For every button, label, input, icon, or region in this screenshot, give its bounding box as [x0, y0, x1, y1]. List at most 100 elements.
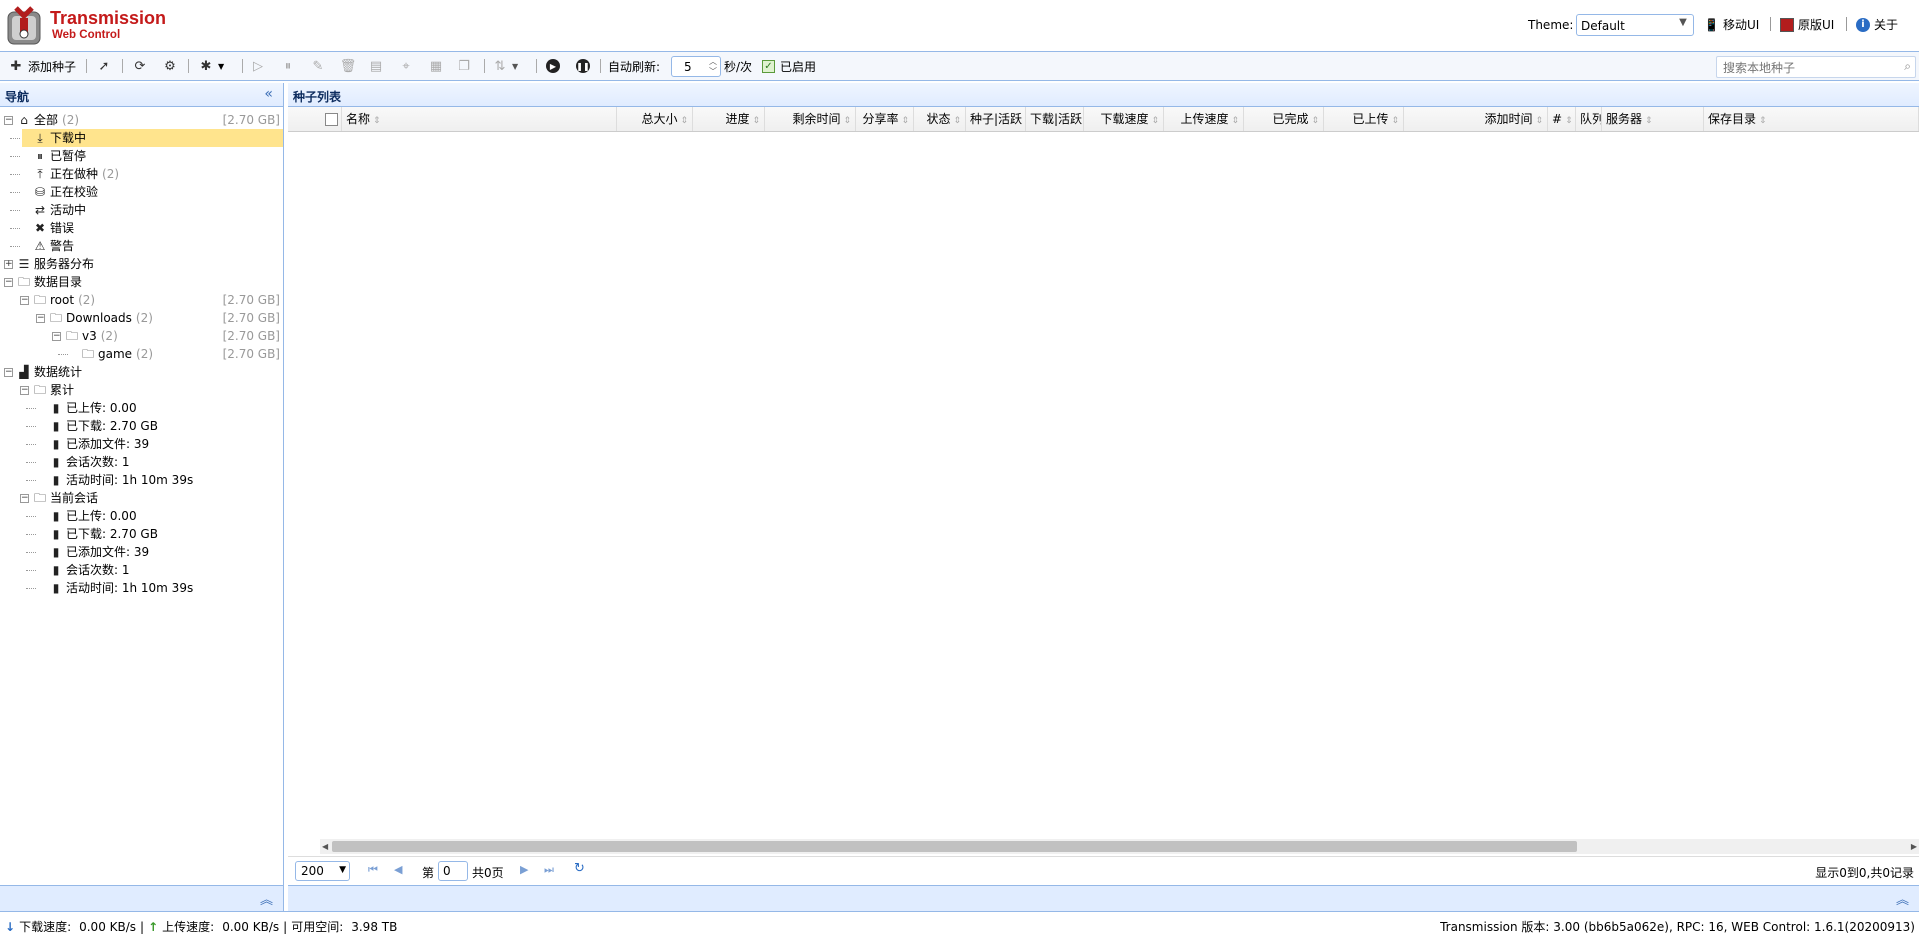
column-header[interactable]: 状态 ⇕	[914, 107, 966, 131]
search-icon[interactable]: ⌕	[1904, 59, 1911, 74]
scrollbar-thumb[interactable]	[332, 841, 1577, 852]
column-header[interactable]: 分享率 ⇕	[856, 107, 914, 131]
column-header[interactable]: 添加时间 ⇕	[1404, 107, 1548, 131]
column-header[interactable]: 已上传 ⇕	[1324, 107, 1404, 131]
nav-item[interactable]: ⇄ 活动中	[0, 201, 284, 219]
collapse-icon[interactable]: −	[4, 368, 13, 377]
nav-item[interactable]: − ▟ 数据统计	[0, 363, 284, 381]
settings-button[interactable]: ⚙	[162, 57, 178, 75]
nav-item[interactable]: ▮ 已添加文件: 39	[0, 435, 284, 453]
plugins-button[interactable]: ✱ ▼	[198, 57, 225, 75]
scroll-left-icon[interactable]: ◀	[322, 839, 328, 854]
about-link[interactable]: i 关于	[1856, 16, 1898, 33]
nav-item[interactable]: − 🗀 数据目录	[0, 273, 284, 291]
column-header[interactable]: 名称 ⇕	[342, 107, 617, 131]
collapse-icon[interactable]: −	[52, 332, 61, 341]
nav-item[interactable]: + ☰ 服务器分布	[0, 255, 284, 273]
sort-button[interactable]: ⇅ ▼	[492, 57, 519, 75]
nav-item[interactable]: − 🗀 v3 (2) [2.70 GB]	[0, 327, 284, 345]
start-all-play-button[interactable]: ▶	[546, 57, 560, 75]
nav-item[interactable]: ▮ 已添加文件: 39	[0, 543, 284, 561]
collapse-icon[interactable]: −	[20, 296, 29, 305]
column-header[interactable]: 下载|活跃	[1026, 107, 1084, 131]
search-field[interactable]: ⌕	[1716, 56, 1916, 78]
auto-refresh-toggle[interactable]: ✓ 已启用	[762, 57, 816, 75]
collapse-icon[interactable]: −	[20, 494, 29, 503]
nav-item[interactable]: ⤓ 下载中	[0, 129, 284, 147]
column-header[interactable]: # ⇕	[1548, 107, 1576, 131]
nav-item[interactable]: − ⌂ 全部 (2) [2.70 GB]	[0, 111, 284, 129]
column-header[interactable]: 服务器 ⇕	[1602, 107, 1704, 131]
select-all-checkbox[interactable]	[325, 113, 338, 126]
sort-icon: ⇕	[843, 116, 851, 126]
start-button[interactable]: ▷	[250, 57, 266, 75]
nav-item[interactable]: − 🗀 Downloads (2) [2.70 GB]	[0, 309, 284, 327]
column-header-label: 添加时间	[1484, 112, 1533, 126]
collapse-icon[interactable]: −	[4, 278, 13, 287]
nav-item[interactable]: ✖ 错误	[0, 219, 284, 237]
recheck-button[interactable]: ✎	[310, 57, 326, 75]
reload-icon[interactable]: ↻	[574, 861, 585, 876]
move-button[interactable]: ▦	[428, 57, 444, 75]
nav-item[interactable]: ⛁ 正在校验	[0, 183, 284, 201]
column-header[interactable]: 种子|活跃	[966, 107, 1026, 131]
nav-item[interactable]: ▮ 活动时间: 1h 10m 39s	[0, 579, 284, 597]
tracker-button[interactable]: ⌖	[398, 57, 414, 75]
nav-item[interactable]: ⏸ 已暂停	[0, 147, 284, 165]
column-header[interactable]: 已完成 ⇕	[1244, 107, 1324, 131]
rename-button[interactable]: ▤	[368, 57, 384, 75]
column-header[interactable]: 进度 ⇕	[693, 107, 765, 131]
collapse-icon[interactable]: −	[36, 314, 45, 323]
nav-item[interactable]: ▮ 会话次数: 1	[0, 561, 284, 579]
next-page-icon[interactable]: ▶	[520, 863, 528, 876]
pause-all-button[interactable]: ❚❚	[576, 57, 590, 75]
column-header[interactable]: 队列	[1576, 107, 1602, 131]
nav-item[interactable]: ▮ 会话次数: 1	[0, 453, 284, 471]
mobile-ui-link[interactable]: 📱 移动UI	[1704, 16, 1759, 33]
nav-item[interactable]: ⤒ 正在做种 (2)	[0, 165, 284, 183]
column-header[interactable]: 保存目录 ⇕	[1704, 107, 1919, 131]
page-size-select[interactable]: 200 ▼	[295, 861, 350, 881]
last-page-icon[interactable]: ⏭	[544, 863, 554, 877]
select-all-col[interactable]	[320, 107, 342, 131]
nav-item[interactable]: ▮ 已上传: 0.00	[0, 399, 284, 417]
expand-up-icon[interactable]: ︽	[1896, 889, 1909, 908]
column-header[interactable]: 剩余时间 ⇕	[765, 107, 856, 131]
spinner-down-icon[interactable]: ﹀	[709, 66, 717, 77]
column-header[interactable]: 下载速度 ⇕	[1084, 107, 1164, 131]
prev-page-icon[interactable]: ◀	[394, 863, 402, 876]
nav-item[interactable]: − 🗀 累计	[0, 381, 284, 399]
add-torrent-button[interactable]: ✚ 添加种子	[8, 57, 76, 75]
horizontal-scrollbar[interactable]: ◀ ▶	[320, 839, 1919, 854]
collapse-icon[interactable]: −	[4, 116, 13, 125]
original-ui-link[interactable]: 原版UI	[1780, 16, 1834, 33]
start-all-button[interactable]: ➚	[96, 57, 112, 75]
first-page-icon[interactable]: ⏮	[368, 863, 378, 877]
nav-item[interactable]: − 🗀 root (2) [2.70 GB]	[0, 291, 284, 309]
remove-button[interactable]: 🗑	[340, 57, 357, 75]
checkbox-checked-icon[interactable]: ✓	[762, 59, 775, 73]
column-header[interactable]: 上传速度 ⇕	[1164, 107, 1244, 131]
copy-button[interactable]: ❐	[456, 57, 472, 75]
refresh-button[interactable]: ⟳	[132, 57, 148, 75]
column-header-label: 已完成	[1272, 112, 1309, 126]
nav-item[interactable]: ▮ 已下载: 2.70 GB	[0, 525, 284, 543]
search-input[interactable]	[1721, 59, 1895, 77]
nav-item[interactable]: ▮ 已下载: 2.70 GB	[0, 417, 284, 435]
scroll-right-icon[interactable]: ▶	[1911, 839, 1917, 854]
expand-icon[interactable]: +	[4, 260, 13, 269]
nav-item[interactable]: ▮ 已上传: 0.00	[0, 507, 284, 525]
pause-button[interactable]: ⏸	[280, 57, 296, 75]
refresh-interval-input[interactable]: 5 ︿ ﹀	[671, 56, 721, 77]
collapse-icon[interactable]: −	[20, 386, 29, 395]
nav-item[interactable]: 🗀 game (2) [2.70 GB]	[0, 345, 284, 363]
column-header[interactable]: 总大小 ⇕	[617, 107, 693, 131]
page-number-input[interactable]: 0	[438, 861, 468, 881]
download-arrow-icon: ↓	[5, 919, 16, 934]
expand-up-icon[interactable]: ︽	[260, 889, 273, 908]
nav-item[interactable]: ▮ 活动时间: 1h 10m 39s	[0, 471, 284, 489]
theme-select[interactable]: Default ▼	[1576, 14, 1694, 36]
nav-item[interactable]: ⚠ 警告	[0, 237, 284, 255]
nav-item[interactable]: − 🗀 当前会话	[0, 489, 284, 507]
collapse-left-icon[interactable]: «	[264, 86, 273, 102]
